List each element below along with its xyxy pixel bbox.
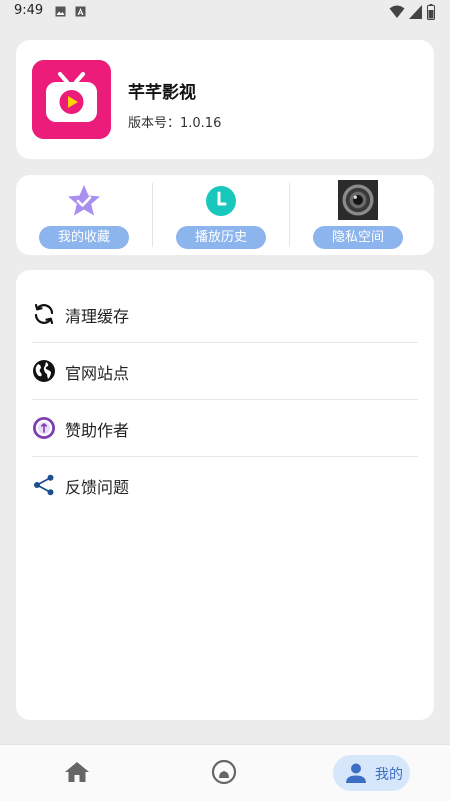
bottom-navigation: 我的 [0,744,450,801]
donate-icon [33,417,55,439]
menu-item-sponsor[interactable]: 赞助作者 [32,400,418,456]
nav-mine-tab[interactable]: 我的 [333,755,410,791]
quick-actions-card: 我的收藏 播放历史 隐私空间 [16,175,434,255]
clock-icon [206,186,236,216]
app-version: 版本号：1.0.16 [128,116,222,131]
menu-label: 清理缓存 [65,307,130,326]
image-notification-icon [55,6,66,17]
menu-label: 官网站点 [65,364,130,383]
discover-icon[interactable] [211,759,237,785]
settings-menu: 清理缓存 官网站点 赞助作者 反馈问题 [16,270,434,720]
favorites-action[interactable]: 我的收藏 [16,175,152,255]
app-name: 芊芊影视 [128,83,196,103]
person-icon [346,763,366,783]
wifi-icon [389,5,405,18]
share-icon [34,474,54,496]
menu-label: 赞助作者 [65,421,130,440]
camera-lens-icon [338,180,378,220]
star-check-icon [68,185,100,216]
menu-item-clear-cache[interactable]: 清理缓存 [32,286,418,342]
menu-item-feedback[interactable]: 反馈问题 [32,457,418,513]
private-space-action[interactable]: 隐私空间 [290,175,426,255]
app-logo-tv-icon [32,60,111,139]
history-action[interactable]: 播放历史 [153,175,289,255]
private-space-label: 隐私空间 [313,226,403,249]
menu-label: 反馈问题 [65,478,130,497]
app-info-card: 芊芊影视 版本号：1.0.16 [16,40,434,159]
signal-icon [409,5,422,19]
a-notification-icon [75,6,86,17]
nav-mine-label: 我的 [375,767,403,783]
status-bar: 9:49 [0,0,450,24]
menu-item-official-site[interactable]: 官网站点 [32,343,418,399]
battery-icon [427,4,435,20]
status-time: 9:49 [14,3,44,18]
history-label: 播放历史 [176,226,266,249]
favorites-label: 我的收藏 [39,226,129,249]
globe-icon [33,360,55,382]
refresh-icon [34,303,54,325]
home-icon[interactable] [64,760,90,784]
